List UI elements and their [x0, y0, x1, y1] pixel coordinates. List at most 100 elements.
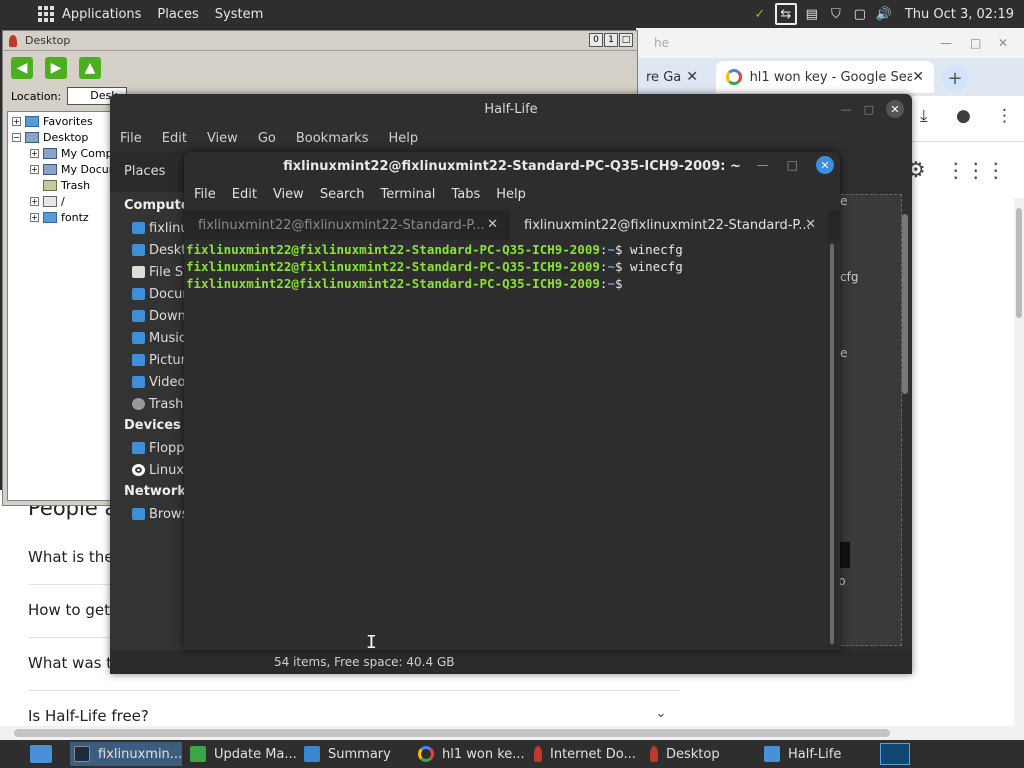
download-icon[interactable]: ⤓	[920, 106, 928, 126]
expander-icon[interactable]: −	[12, 132, 21, 142]
terminal-tab-1[interactable]: fixlinuxmint22@fixlinuxmint22-Standard-P…	[184, 210, 510, 240]
file-view-area[interactable]	[836, 194, 902, 646]
menu-help[interactable]: Help	[378, 131, 428, 146]
sidebar-item-filesystem[interactable]: File Sy	[132, 262, 192, 282]
sidebar-item-floppy[interactable]: Flopp	[132, 438, 192, 458]
window-title[interactable]: fixlinuxmint22@fixlinuxmint22-Standard-P…	[184, 152, 840, 180]
menu-file[interactable]: File	[110, 131, 152, 146]
maximize-button[interactable]: □	[787, 158, 798, 172]
expander-icon[interactable]: +	[30, 196, 39, 206]
sidebar-item-browse-network[interactable]: Brows	[132, 504, 192, 524]
expander-icon[interactable]: +	[12, 116, 21, 126]
task-internet-downloader[interactable]: Internet Do...	[530, 742, 644, 766]
new-tab-button[interactable]: +	[942, 65, 968, 91]
terminal-scrollbar[interactable]	[830, 244, 834, 644]
task-update-manager[interactable]: Update Ma...	[186, 742, 297, 766]
tree-item-root[interactable]: + /	[30, 193, 65, 209]
close-icon[interactable]: ✕	[487, 217, 498, 232]
close-icon[interactable]: ✕	[805, 217, 816, 232]
tree-item-favorites[interactable]: + Favorites	[12, 113, 93, 129]
chevron-down-icon[interactable]: ⌄	[650, 706, 672, 728]
task-terminal[interactable]: fixlinuxmin...	[70, 742, 182, 766]
close-icon[interactable]: ✕	[686, 69, 698, 85]
terminal-tab-2[interactable]: fixlinuxmint22@fixlinuxmint22-Standard-P…	[510, 210, 828, 240]
file-view-scrollbar[interactable]	[902, 214, 908, 394]
sidebar-item-videos[interactable]: Video	[132, 372, 192, 392]
close-button[interactable]: □	[619, 33, 633, 47]
sidebar-item-downloads[interactable]: Down	[132, 306, 192, 326]
menu-search[interactable]: Search	[312, 187, 373, 202]
sidebar-item-documents[interactable]: Docum	[132, 284, 192, 304]
menu-help[interactable]: Help	[488, 187, 534, 202]
menu-file[interactable]: File	[186, 187, 224, 202]
horizontal-scrollthumb[interactable]	[14, 729, 890, 737]
terminal-launcher-icon[interactable]	[880, 743, 910, 765]
desktop-window-titlebar[interactable]: Desktop 0 1 □	[3, 31, 637, 51]
task-half-life[interactable]: Half-Life	[760, 742, 870, 766]
menu-terminal[interactable]: Terminal	[372, 187, 443, 202]
forward-arrow-icon[interactable]: ▶	[45, 57, 67, 79]
browser-tab-previous[interactable]: re Ga ✕	[636, 61, 708, 93]
back-arrow-icon[interactable]: ◀	[11, 57, 33, 79]
window-title[interactable]: Half-Life	[110, 94, 912, 124]
up-arrow-icon[interactable]: ▲	[79, 57, 101, 79]
tree-item-fontz[interactable]: + fontz	[30, 209, 89, 225]
maximize-button[interactable]: □	[864, 103, 874, 116]
menu-view[interactable]: View	[265, 187, 312, 202]
show-desktop-icon[interactable]	[30, 745, 52, 763]
tree-item-my-documents[interactable]: + My Docum	[30, 161, 119, 177]
menu-tabs[interactable]: Tabs	[443, 187, 488, 202]
clipboard-icon[interactable]: ▤	[803, 5, 821, 23]
tree-item-desktop[interactable]: − Desktop	[12, 129, 88, 145]
browser-tab-active[interactable]: hl1 won key - Google Sear ✕	[716, 61, 934, 93]
sidebar-item-trash[interactable]: Trash	[132, 394, 192, 414]
shield-icon[interactable]: ⛉	[827, 5, 845, 23]
terminal-output[interactable]: fixlinuxmint22@fixlinuxmint22-Standard-P…	[184, 240, 828, 650]
faq-question[interactable]: How to get	[28, 601, 110, 619]
browser-maximize-button[interactable]: □	[970, 36, 981, 50]
faq-question[interactable]: What was th	[28, 654, 122, 672]
close-icon[interactable]: ✕	[912, 69, 924, 85]
tree-item-trash[interactable]: Trash	[43, 177, 90, 193]
sidebar-item-home[interactable]: fixlinu	[132, 218, 192, 238]
display-icon[interactable]: ▢	[851, 5, 869, 23]
menu-edit[interactable]: Edit	[224, 187, 265, 202]
places-menu[interactable]: Places	[149, 0, 206, 28]
expander-icon[interactable]: +	[30, 164, 39, 174]
sidebar-item-pictures[interactable]: Pictur	[132, 350, 192, 370]
menu-edit[interactable]: Edit	[152, 131, 197, 146]
menu-bookmarks[interactable]: Bookmarks	[286, 131, 379, 146]
menu-go[interactable]: Go	[248, 131, 286, 146]
minimize-button[interactable]: —	[757, 158, 769, 172]
apps-grid-icon[interactable]: ⋮⋮⋮	[946, 158, 1006, 182]
task-summary[interactable]: Summary	[300, 742, 410, 766]
close-button[interactable]: ✕	[886, 100, 904, 118]
update-manager-icon[interactable]: ✓	[751, 5, 769, 23]
keyboard-layout-icon[interactable]: ⇆	[774, 3, 797, 25]
browser-scrollthumb[interactable]	[1016, 208, 1022, 318]
task-desktop[interactable]: Desktop	[646, 742, 756, 766]
expander-icon[interactable]: +	[30, 148, 39, 158]
menu-view[interactable]: View	[197, 131, 248, 146]
more-menu-icon[interactable]: ⋮	[996, 106, 1013, 126]
expander-icon[interactable]: +	[30, 212, 39, 222]
places-header[interactable]: Places	[110, 152, 190, 192]
applications-menu[interactable]: Applications	[0, 0, 149, 28]
system-menu[interactable]: System	[207, 0, 271, 28]
minimize-button[interactable]: 0	[589, 33, 603, 47]
volume-icon[interactable]: 🔊	[875, 5, 893, 23]
maximize-button[interactable]: 1	[604, 33, 618, 47]
task-chrome[interactable]: hl1 won ke...	[414, 742, 526, 766]
minimize-button[interactable]: —	[841, 103, 852, 116]
browser-close-button[interactable]: ✕	[998, 36, 1008, 50]
tree-item-my-computer[interactable]: + My Compu	[30, 145, 120, 161]
browser-minimize-button[interactable]: —	[940, 36, 952, 50]
sidebar-item-music[interactable]: Music	[132, 328, 192, 348]
sidebar-item-desktop[interactable]: Deskt	[132, 240, 192, 260]
sidebar-item-linux[interactable]: Linux	[132, 460, 192, 480]
clock[interactable]: Thu Oct 3, 02:19	[905, 7, 1014, 22]
faq-question[interactable]: Is Half-Life free?	[28, 707, 149, 725]
profile-icon[interactable]: ●	[956, 106, 971, 126]
close-button[interactable]: ✕	[816, 156, 834, 174]
faq-question[interactable]: What is the	[28, 548, 114, 566]
